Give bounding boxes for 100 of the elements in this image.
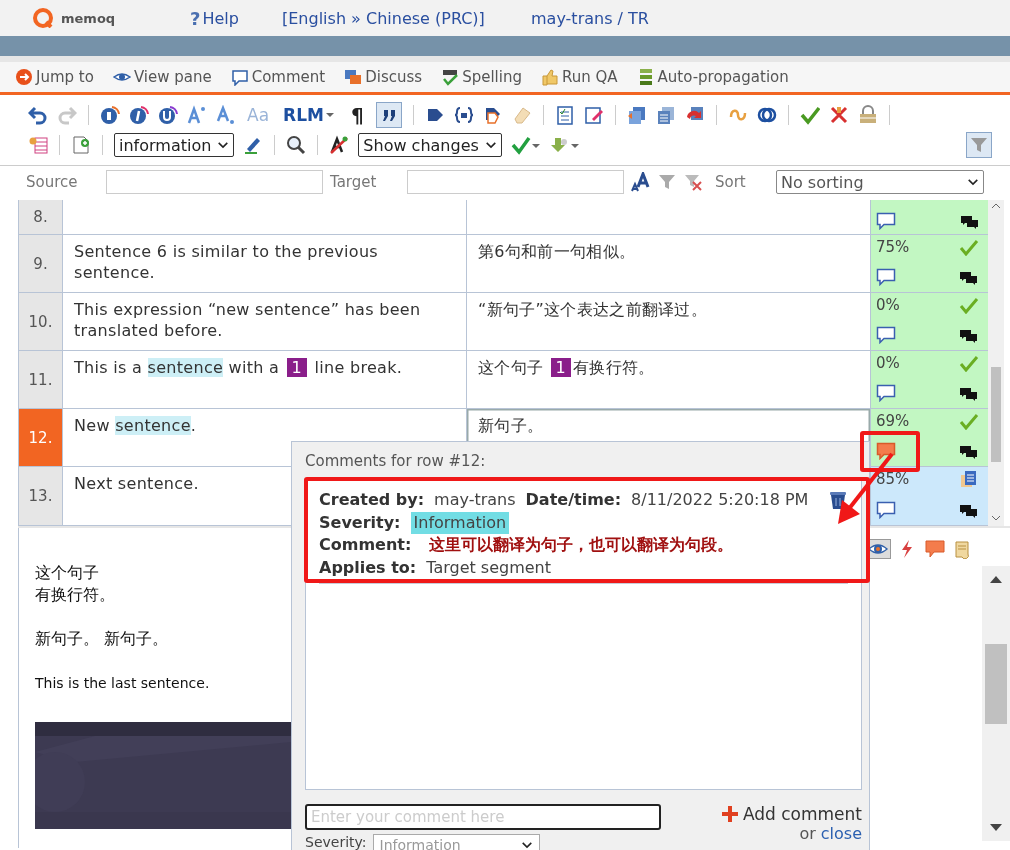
superscript-icon[interactable] [187, 105, 207, 125]
format-filter-select[interactable]: information [114, 133, 235, 157]
field-label: Date/time: [525, 489, 622, 511]
note-edit-icon[interactable] [583, 105, 604, 125]
language-pair-link[interactable]: [English » Chinese (PRC)] [282, 8, 531, 28]
grid-list-icon[interactable] [28, 135, 48, 155]
comment-icon[interactable] [876, 268, 896, 286]
new-document-icon[interactable] [71, 135, 91, 155]
row-number[interactable]: 13. [19, 467, 63, 525]
plus-icon [720, 805, 739, 823]
match-rate: 0% [876, 296, 901, 314]
scrollbar-thumb[interactable] [991, 367, 1001, 462]
search-icon[interactable] [286, 135, 307, 155]
action-button[interactable]: Jump to [12, 66, 97, 88]
format-ball-icon[interactable] [129, 105, 149, 125]
copy-documents-icon[interactable] [655, 105, 676, 125]
comment-icon[interactable] [876, 442, 896, 460]
eye-icon [868, 542, 888, 556]
add-comment-button[interactable]: Add comment [720, 804, 862, 824]
jump-icon [15, 68, 33, 86]
chevron-down-icon[interactable] [484, 141, 497, 149]
discussion-icon[interactable] [959, 270, 978, 286]
discussion-icon[interactable] [959, 503, 978, 519]
logo-icon [33, 8, 53, 28]
logo-text: memoq [61, 10, 116, 26]
copy-documents-icon[interactable] [626, 105, 647, 125]
match-rate: 69% [876, 412, 911, 430]
row-number[interactable]: 9. [19, 235, 63, 292]
comment-icon [230, 68, 249, 86]
action-button[interactable]: Comment [227, 66, 329, 88]
action-button[interactable]: Run QA [537, 66, 621, 88]
check-icon [959, 412, 979, 430]
sort-label: Sort [715, 173, 747, 191]
row-number[interactable]: 8. [19, 200, 63, 234]
row-number[interactable]: 10. [19, 293, 63, 350]
field-label: Created by: [319, 489, 425, 511]
braces-icon[interactable] [453, 105, 474, 125]
target-filter-field[interactable] [407, 170, 624, 194]
check-icon [959, 296, 979, 314]
discussion-icon [344, 68, 363, 86]
document-icon [959, 470, 979, 488]
spell-check-x-icon[interactable] [329, 135, 350, 155]
discussion-icon[interactable] [959, 444, 978, 460]
comment-icon[interactable] [925, 539, 945, 559]
discussion-icon[interactable] [960, 214, 979, 230]
scroll-down-icon[interactable] [989, 823, 1003, 833]
scroll-up-icon[interactable] [989, 574, 1003, 584]
check-icon[interactable] [799, 105, 820, 125]
comment-icon[interactable] [876, 384, 896, 402]
check-icon [959, 238, 979, 256]
match-rate: 0% [876, 354, 901, 372]
chevron-down-icon[interactable] [217, 141, 230, 149]
highlight-frame [860, 431, 920, 472]
font-size-icon[interactable] [631, 172, 651, 192]
comment-icon[interactable] [876, 326, 896, 344]
action-button[interactable]: Auto-propagation [633, 66, 792, 88]
field-label: Comment: [319, 534, 412, 556]
match-rate: 85% [876, 470, 911, 488]
lock-stack-icon[interactable] [857, 105, 878, 125]
match-rate: 75% [876, 238, 911, 256]
source-cell: Sentence 6 is similar to the previous sentence. [63, 235, 467, 292]
rlm-button[interactable]: RLM [280, 102, 339, 128]
linked-rings-icon[interactable] [756, 105, 777, 125]
comment-icon[interactable] [876, 212, 896, 230]
source-cell: This expression “new sentence” has been translated before. [63, 293, 467, 350]
checklist-icon[interactable] [554, 105, 575, 125]
format-ball-icon[interactable] [100, 105, 120, 125]
source-filter-field[interactable] [106, 170, 323, 194]
format-ball-icon[interactable] [158, 105, 178, 125]
preview-paragraph: 这个句子 有换行符。 [35, 562, 115, 606]
preview-paragraph: This is the last sentence. [35, 674, 210, 693]
source-label: Source [26, 173, 79, 191]
chevron-down-icon[interactable] [967, 178, 979, 186]
undo-icon[interactable] [28, 105, 48, 125]
changes-view-select[interactable]: Show changes [358, 133, 502, 157]
discussion-icon[interactable] [959, 386, 978, 402]
check-dropdown-icon[interactable] [510, 135, 541, 155]
scrollbar-thumb[interactable] [985, 643, 1007, 724]
user-project-link[interactable]: may-trans / TR [531, 8, 649, 28]
preview-paragraph: 新句子。 新句子。 [35, 628, 169, 650]
chevron-down-icon[interactable] [520, 841, 533, 849]
formatting-marks-button[interactable]: ¶ [347, 100, 367, 130]
discussion-icon[interactable] [959, 328, 978, 344]
source-cell: This is a sentence with a 1 line break. [63, 351, 467, 408]
help-link[interactable]: Help [202, 8, 239, 28]
target-label: Target [330, 173, 378, 191]
help-icon[interactable]: ? [190, 7, 201, 29]
close-link[interactable]: close [820, 824, 862, 843]
severity-label: Severity: [305, 834, 367, 850]
sort-select[interactable]: No sorting [776, 170, 984, 194]
action-button[interactable]: View pane [109, 66, 215, 88]
subscript-icon[interactable] [216, 105, 236, 125]
comment-icon[interactable] [876, 501, 896, 519]
comment-date: 8/11/2022 5:20:18 PM [631, 489, 809, 511]
row-number[interactable]: 11. [19, 351, 63, 408]
clear-filter-icon[interactable] [683, 172, 703, 192]
or-text: or [799, 824, 816, 843]
action-button[interactable]: Spelling [438, 66, 525, 88]
cross-tools-icon[interactable] [828, 105, 849, 125]
action-button[interactable]: Discuss [341, 66, 426, 88]
